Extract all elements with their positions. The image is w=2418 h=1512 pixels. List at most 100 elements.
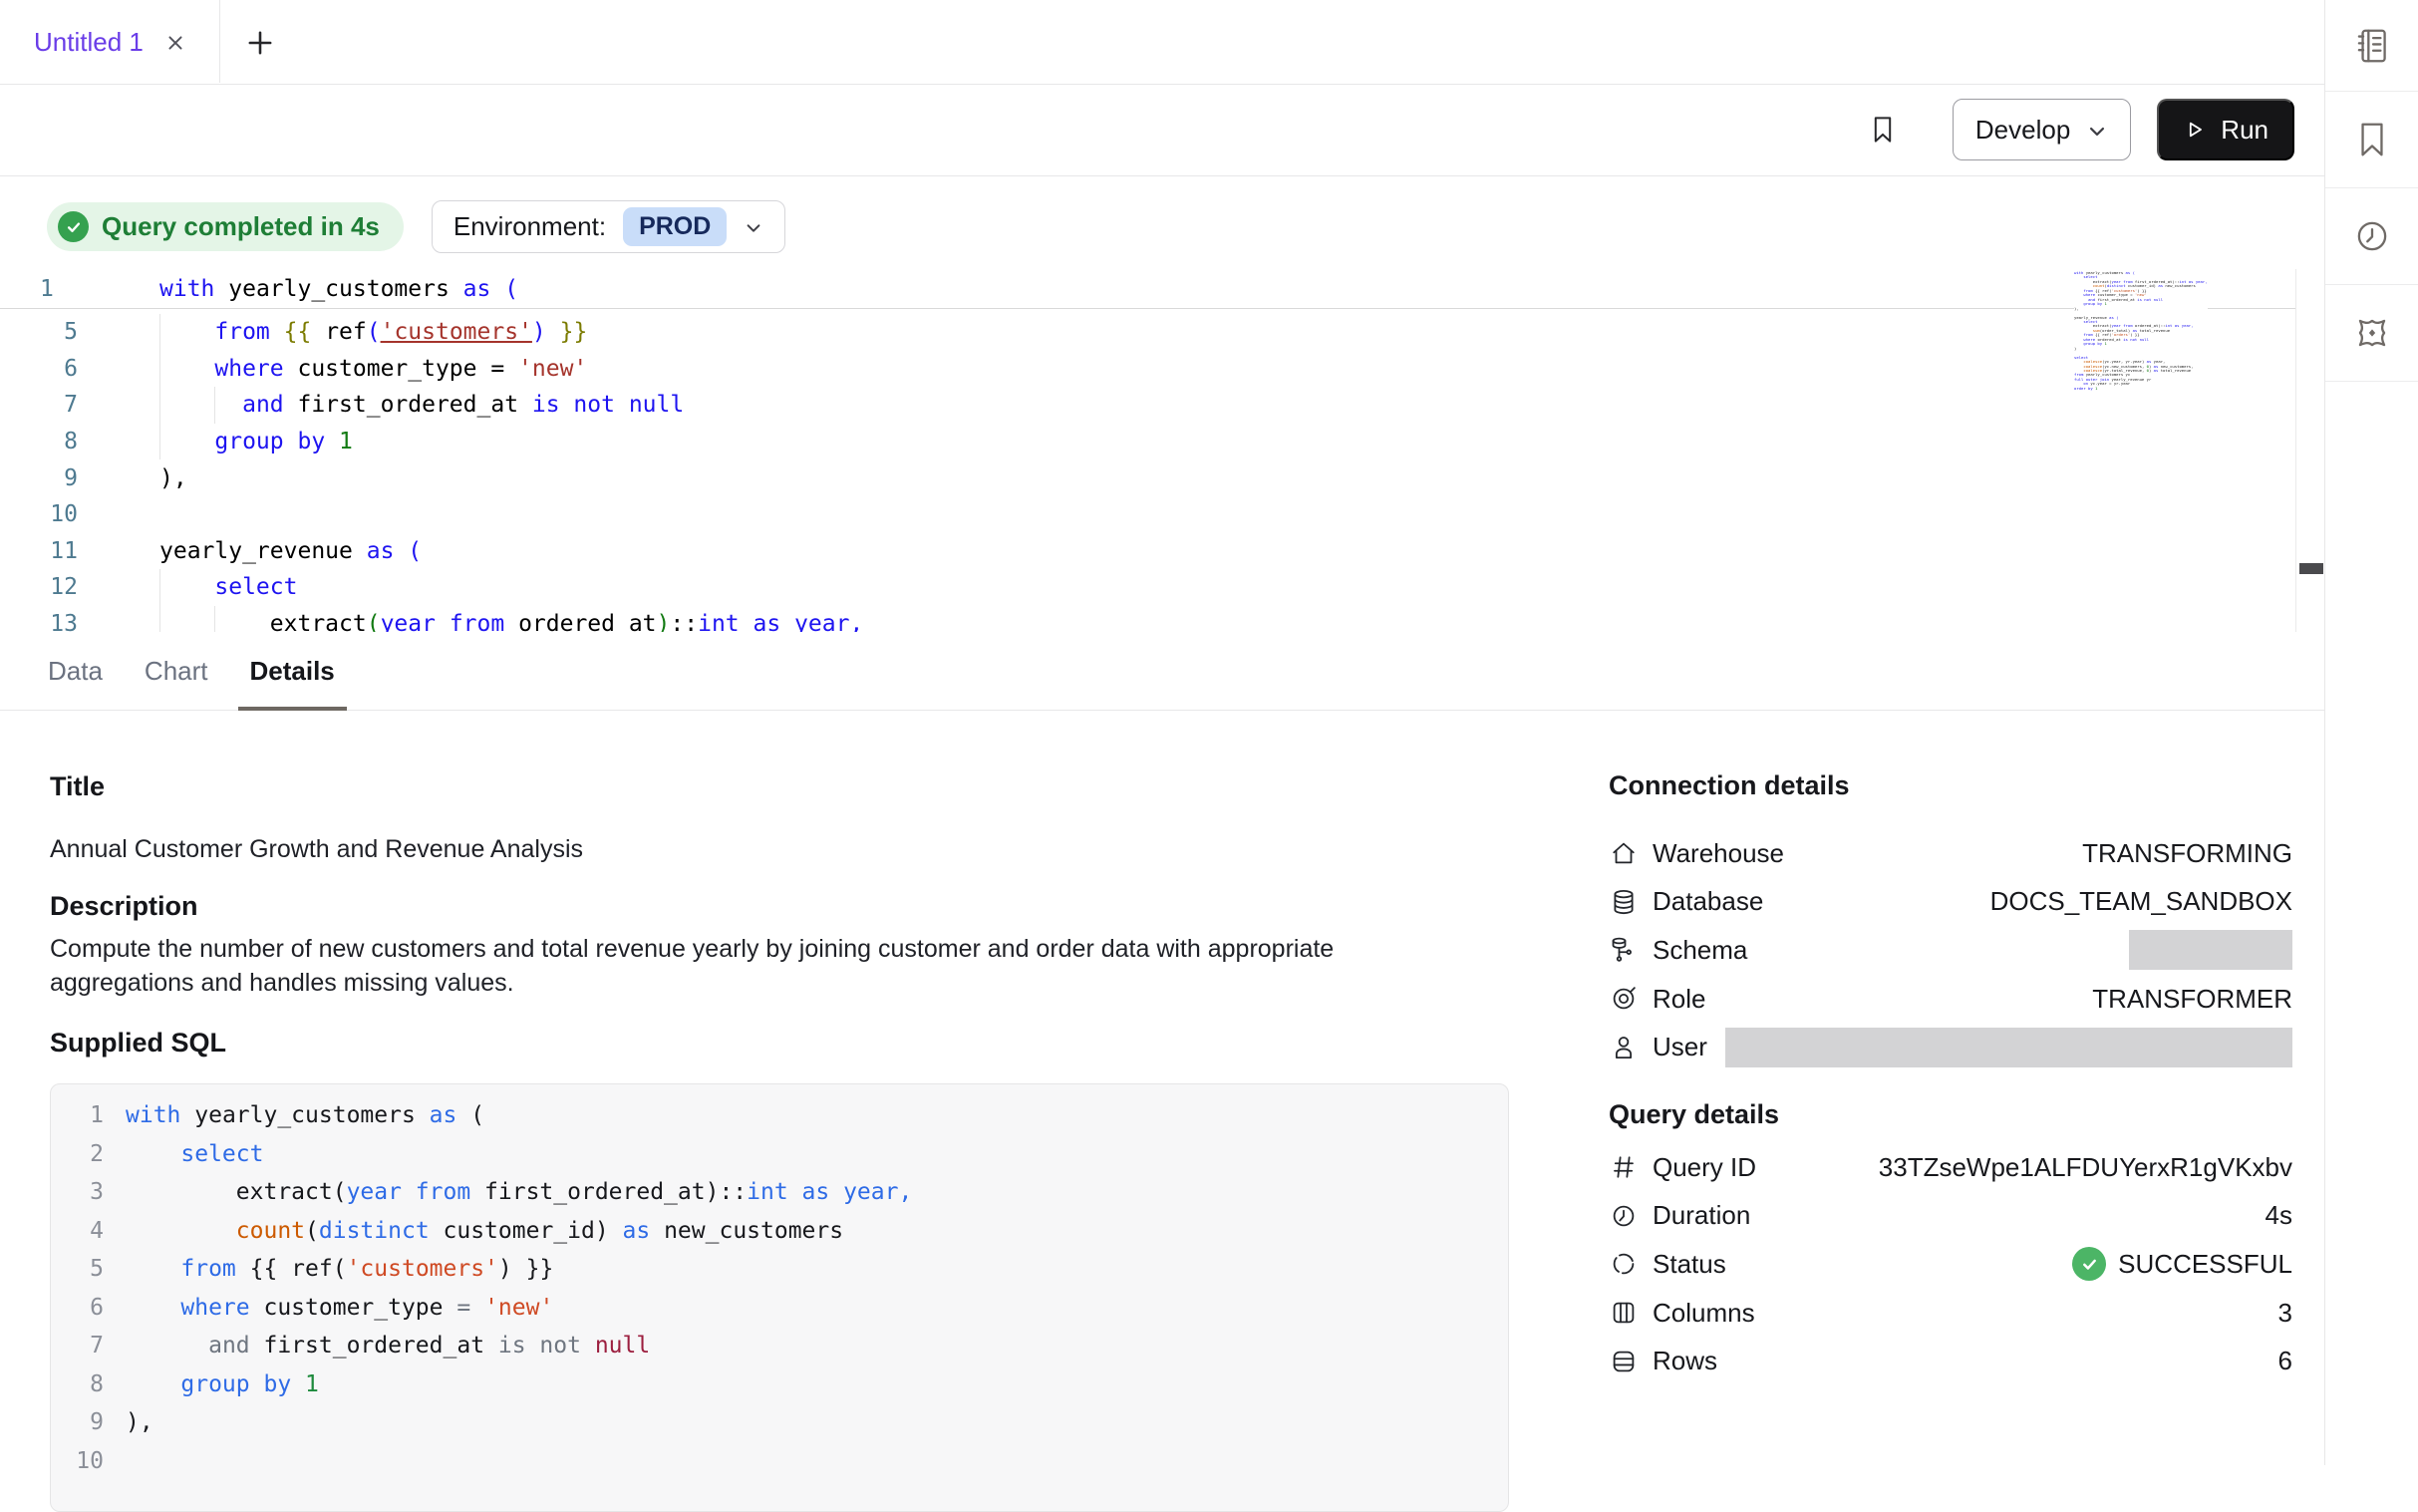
environment-label: Environment: xyxy=(453,211,606,242)
editor-toolbar: Develop Run xyxy=(0,84,2325,176)
detail-row-duration: Duration4s xyxy=(1609,1192,2292,1241)
database-icon xyxy=(1609,887,1639,917)
query-status-pill: Query completed in 4s xyxy=(47,202,404,251)
indent-guide xyxy=(214,387,215,424)
line-number: 9 xyxy=(51,1409,104,1435)
detail-row-warehouse: WarehouseTRANSFORMING xyxy=(1609,829,2292,878)
code-line: group by 1 xyxy=(126,1371,319,1397)
row-value: TRANSFORMING xyxy=(2082,838,2292,869)
line-number: 7 xyxy=(0,392,78,418)
run-button[interactable]: Run xyxy=(2157,99,2294,160)
new-tab-button[interactable] xyxy=(237,20,283,66)
scrollbar-handle[interactable] xyxy=(2299,563,2323,574)
row-value: SUCCESSFUL xyxy=(2072,1247,2292,1281)
line-number: 1 xyxy=(51,1102,104,1128)
user-icon xyxy=(1609,1033,1639,1062)
bookmark-icon[interactable] xyxy=(1867,110,1899,150)
line-number: 10 xyxy=(0,501,78,527)
sql-line: 2 select xyxy=(51,1135,1508,1174)
tab-chart[interactable]: Chart xyxy=(133,632,220,710)
detail-row-database: DatabaseDOCS_TEAM_SANDBOX xyxy=(1609,878,2292,927)
sidebar-button-bookmark[interactable] xyxy=(2325,92,2418,188)
environment-selector[interactable]: Environment: PROD xyxy=(432,200,785,253)
editor-line: 13 extract(year from ordered_at)::int as… xyxy=(0,606,2295,632)
detail-row-schema: Schema xyxy=(1609,926,2292,975)
schema-icon xyxy=(1609,935,1639,965)
row-label: Role xyxy=(1653,984,1705,1015)
code-line: extract(year from ordered_at)::int as ye… xyxy=(159,611,863,632)
main-column: Untitled 1 Develop Run xyxy=(0,0,2325,1465)
row-label: Database xyxy=(1653,886,1763,917)
sql-line: 3 extract(year from first_ordered_at)::i… xyxy=(51,1173,1508,1212)
status-row: Query completed in 4s Environment: PROD xyxy=(47,200,785,253)
row-value: TRANSFORMER xyxy=(2092,984,2292,1015)
code-line: from {{ ref('customers') }} xyxy=(159,319,587,345)
details-panel: Title Annual Customer Growth and Revenue… xyxy=(0,711,2325,1465)
line-number: 8 xyxy=(0,429,78,454)
editor-line: 5 from {{ ref('customers') }} xyxy=(0,314,2295,351)
row-label: Columns xyxy=(1653,1298,1755,1329)
clock-icon xyxy=(1609,1201,1639,1231)
check-circle-icon xyxy=(2072,1247,2106,1281)
title-heading: Title xyxy=(50,771,105,801)
detail-row-status: Status SUCCESSFUL xyxy=(1609,1240,2292,1289)
chevron-down-icon xyxy=(2086,121,2108,143)
rows-icon xyxy=(1609,1347,1639,1376)
editor-scrollbar[interactable] xyxy=(2295,269,2325,632)
detail-row-user: User xyxy=(1609,1023,2292,1071)
sql-line: 5 from {{ ref('customers') }} xyxy=(51,1250,1508,1289)
line-number: 6 xyxy=(51,1295,104,1321)
tab-divider xyxy=(219,0,220,83)
sidebar-button-history[interactable] xyxy=(2325,188,2418,285)
editor-sticky-line: 1with yearly_customers as ( xyxy=(0,269,2295,309)
code-line: where customer_type = 'new' xyxy=(126,1295,553,1321)
develop-dropdown[interactable]: Develop xyxy=(1953,99,2131,160)
code-line: with yearly_customers as ( xyxy=(159,276,518,302)
redacted-value xyxy=(2129,930,2292,970)
environment-value-badge: PROD xyxy=(623,207,727,246)
query-details-heading: Query details xyxy=(1609,1099,1779,1129)
description-text: Compute the number of new customers and … xyxy=(50,932,1405,1000)
line-number: 9 xyxy=(0,465,78,491)
develop-label: Develop xyxy=(1975,115,2070,146)
editor-line: 11yearly_revenue as ( xyxy=(0,533,2295,570)
line-number: 2 xyxy=(51,1141,104,1167)
code-line: yearly_revenue as ( xyxy=(159,538,422,564)
row-label: Status xyxy=(1653,1249,1726,1280)
supplied-sql-heading: Supplied SQL xyxy=(50,1028,226,1058)
run-label: Run xyxy=(2221,115,2268,146)
line-number: 10 xyxy=(51,1448,104,1474)
detail-row-role: Role TRANSFORMER xyxy=(1609,975,2292,1024)
code-line: ), xyxy=(159,465,187,491)
editor-line: 12 select xyxy=(0,569,2295,606)
line-number: 3 xyxy=(51,1179,104,1205)
editor-minimap[interactable]: with yearly_customers as ( select extrac… xyxy=(2074,271,2208,391)
line-number: 6 xyxy=(0,356,78,382)
row-label: Schema xyxy=(1653,935,1747,966)
redacted-value xyxy=(1725,1028,2292,1067)
editor-line: 6 where customer_type = 'new' xyxy=(0,351,2295,388)
connection-details-rows: WarehouseTRANSFORMINGDatabaseDOCS_TEAM_S… xyxy=(1609,829,2292,1071)
warehouse-icon xyxy=(1609,838,1639,868)
line-number: 8 xyxy=(51,1371,104,1397)
spinner-icon xyxy=(1609,1249,1639,1279)
role-icon xyxy=(1609,984,1639,1014)
play-icon xyxy=(2183,118,2207,142)
results-tabbar: DataChartDetails xyxy=(0,632,2325,711)
editor-line: 8 group by 1 xyxy=(0,424,2295,460)
close-icon[interactable] xyxy=(163,31,187,55)
line-number: 12 xyxy=(0,574,78,600)
sidebar-button-notebook[interactable] xyxy=(2325,0,2418,92)
query-ide-window: { "tabbar": { "editor_tab": "Untitled 1"… xyxy=(0,0,2418,1465)
code-line: group by 1 xyxy=(159,429,353,454)
code-line: select xyxy=(159,574,297,600)
indent-guide xyxy=(159,569,160,632)
query-details-rows: Query ID33TZseWpe1ALFDUYerxR1gVKxbvDurat… xyxy=(1609,1143,2292,1385)
sql-editor[interactable]: 5 from {{ ref('customers') }}6 where cus… xyxy=(0,269,2295,632)
sidebar-button-compass-sparkle[interactable] xyxy=(2325,285,2418,382)
code-line: with yearly_customers as ( xyxy=(126,1102,484,1128)
tab-data[interactable]: Data xyxy=(36,632,115,710)
tab-details[interactable]: Details xyxy=(238,632,347,710)
sql-line: 1 with yearly_customers as ( xyxy=(51,1096,1508,1135)
tab-untitled-1[interactable]: Untitled 1 xyxy=(0,0,219,84)
